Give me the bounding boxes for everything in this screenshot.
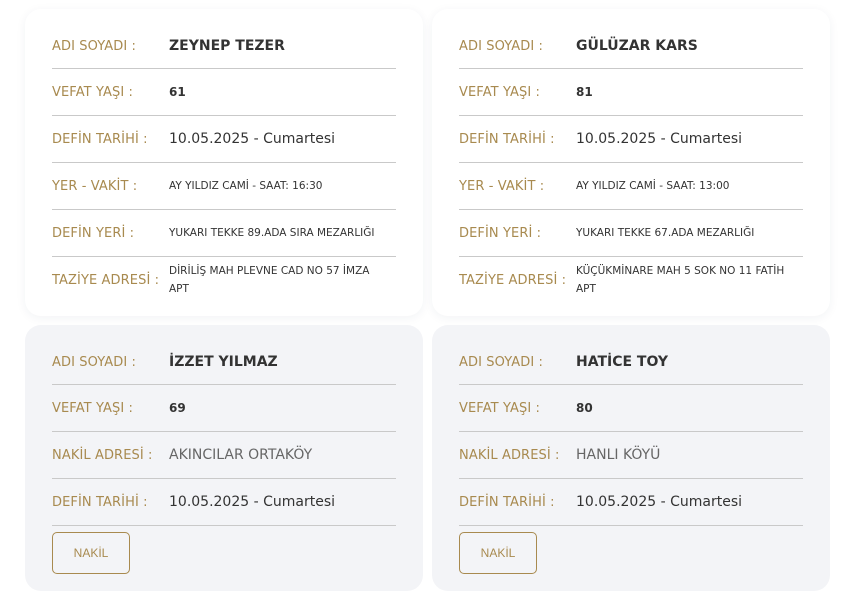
burial-place-row: DEFİN YERİ : YUKARI TEKKE 89.ADA SIRA ME… bbox=[52, 210, 396, 257]
condolence-address-label: TAZİYE ADRESİ : bbox=[52, 272, 160, 288]
condolence-address-row: TAZİYE ADRESİ : KÜÇÜKMİNARE MAH 5 SOK NO… bbox=[459, 257, 803, 303]
deceased-age: 61 bbox=[169, 85, 186, 99]
name-row: ADI SOYADI : GÜLÜZAR KARS bbox=[459, 24, 803, 69]
transfer-card-hatice-toy: ADI SOYADI : HATİCE TOY VEFAT YAŞI : 80 … bbox=[432, 325, 830, 591]
age-label: VEFAT YAŞI : bbox=[459, 84, 540, 100]
place-time-label: YER - VAKİT : bbox=[459, 178, 545, 194]
place-time-row: YER - VAKİT : AY YILDIZ CAMİ - SAAT: 13:… bbox=[459, 163, 803, 210]
deceased-age: 81 bbox=[576, 85, 593, 99]
condolence-address-row: TAZİYE ADRESİ : DİRİLİŞ MAH PLEVNE CAD N… bbox=[52, 257, 396, 303]
transfer-address: AKINCILAR ORTAKÖY bbox=[169, 447, 313, 463]
name-label: ADI SOYADI : bbox=[52, 38, 137, 54]
name-label: ADI SOYADI : bbox=[52, 354, 137, 370]
place-time-row: YER - VAKİT : AY YILDIZ CAMİ - SAAT: 16:… bbox=[52, 163, 396, 210]
age-row: VEFAT YAŞI : 61 bbox=[52, 69, 396, 116]
transfer-address-row: NAKİL ADRESİ : AKINCILAR ORTAKÖY bbox=[52, 432, 396, 479]
burial-place: YUKARI TEKKE 89.ADA SIRA MEZARLIĞI bbox=[169, 227, 375, 239]
name-row: ADI SOYADI : ZEYNEP TEZER bbox=[52, 24, 396, 69]
age-row: VEFAT YAŞI : 80 bbox=[459, 385, 803, 432]
name-row: ADI SOYADI : HATİCE TOY bbox=[459, 340, 803, 385]
place-time-label: YER - VAKİT : bbox=[52, 178, 138, 194]
burial-date: 10.05.2025 - Cumartesi bbox=[576, 494, 743, 510]
deceased-name: ZEYNEP TEZER bbox=[169, 38, 285, 54]
age-label: VEFAT YAŞI : bbox=[52, 84, 133, 100]
deceased-name: İZZET YILMAZ bbox=[169, 354, 278, 370]
place-time: AY YILDIZ CAMİ - SAAT: 13:00 bbox=[576, 180, 730, 192]
transfer-address-label: NAKİL ADRESİ : bbox=[52, 447, 153, 463]
deceased-age: 80 bbox=[576, 401, 593, 415]
burial-place-label: DEFİN YERİ : bbox=[459, 225, 542, 241]
burial-place-label: DEFİN YERİ : bbox=[52, 225, 135, 241]
age-label: VEFAT YAŞI : bbox=[459, 400, 540, 416]
age-row: VEFAT YAŞI : 81 bbox=[459, 69, 803, 116]
name-label: ADI SOYADI : bbox=[459, 354, 544, 370]
transfer-address-row: NAKİL ADRESİ : HANLI KÖYÜ bbox=[459, 432, 803, 479]
burial-date: 10.05.2025 - Cumartesi bbox=[169, 494, 336, 510]
burial-date-row: DEFİN TARİHİ : 10.05.2025 - Cumartesi bbox=[459, 479, 803, 526]
condolence-address-label: TAZİYE ADRESİ : bbox=[459, 272, 567, 288]
name-label: ADI SOYADI : bbox=[459, 38, 544, 54]
age-row: VEFAT YAŞI : 69 bbox=[52, 385, 396, 432]
burial-date-label: DEFİN TARİHİ : bbox=[459, 494, 555, 510]
deceased-name: HATİCE TOY bbox=[576, 354, 669, 370]
burial-date-label: DEFİN TARİHİ : bbox=[459, 131, 555, 147]
name-row: ADI SOYADI : İZZET YILMAZ bbox=[52, 340, 396, 385]
condolence-address: KÜÇÜKMİNARE MAH 5 SOK NO 11 FATİH APT bbox=[576, 265, 785, 295]
transfer-button[interactable]: NAKİL bbox=[52, 532, 130, 574]
burial-date-row: DEFİN TARİHİ : 10.05.2025 - Cumartesi bbox=[459, 116, 803, 163]
burial-place: YUKARI TEKKE 67.ADA MEZARLIĞI bbox=[576, 227, 755, 239]
transfer-card-izzet-yilmaz: ADI SOYADI : İZZET YILMAZ VEFAT YAŞI : 6… bbox=[25, 325, 423, 591]
burial-date-row: DEFİN TARİHİ : 10.05.2025 - Cumartesi bbox=[52, 479, 396, 526]
burial-date: 10.05.2025 - Cumartesi bbox=[576, 131, 743, 147]
obituary-card-guluzar-kars: ADI SOYADI : GÜLÜZAR KARS VEFAT YAŞI : 8… bbox=[432, 9, 830, 316]
burial-place-row: DEFİN YERİ : YUKARI TEKKE 67.ADA MEZARLI… bbox=[459, 210, 803, 257]
burial-date: 10.05.2025 - Cumartesi bbox=[169, 131, 336, 147]
place-time: AY YILDIZ CAMİ - SAAT: 16:30 bbox=[169, 180, 323, 192]
transfer-address-label: NAKİL ADRESİ : bbox=[459, 447, 560, 463]
deceased-name: GÜLÜZAR KARS bbox=[576, 38, 698, 54]
transfer-button[interactable]: NAKİL bbox=[459, 532, 537, 574]
burial-date-label: DEFİN TARİHİ : bbox=[52, 494, 148, 510]
age-label: VEFAT YAŞI : bbox=[52, 400, 133, 416]
deceased-age: 69 bbox=[169, 401, 186, 415]
obituary-card-zeynep-tezer: ADI SOYADI : ZEYNEP TEZER VEFAT YAŞI : 6… bbox=[25, 9, 423, 316]
burial-date-row: DEFİN TARİHİ : 10.05.2025 - Cumartesi bbox=[52, 116, 396, 163]
burial-date-label: DEFİN TARİHİ : bbox=[52, 131, 148, 147]
condolence-address: DİRİLİŞ MAH PLEVNE CAD NO 57 İMZA APT bbox=[169, 265, 370, 295]
transfer-address: HANLI KÖYÜ bbox=[576, 447, 661, 463]
